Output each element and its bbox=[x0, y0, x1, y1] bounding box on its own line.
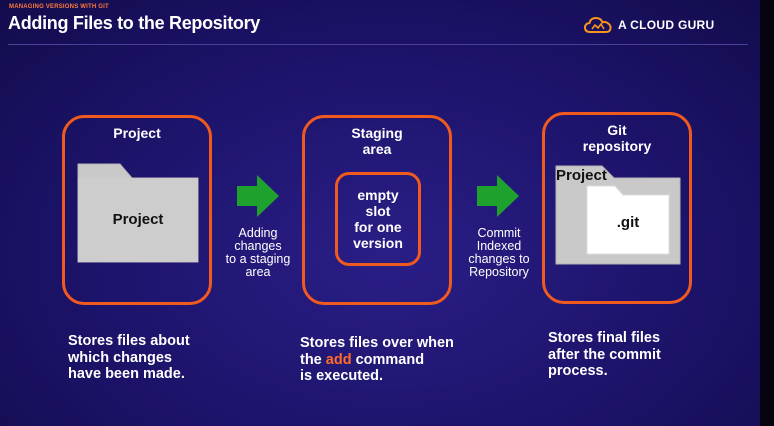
add-command-highlight: add bbox=[325, 351, 352, 368]
git-repository-title: Git repository bbox=[582, 122, 652, 154]
empty-slot: empty slot for one version bbox=[335, 172, 421, 266]
staging-area-title: Staging area bbox=[351, 125, 403, 157]
project-folder-icon: Project bbox=[74, 160, 202, 266]
header-divider bbox=[8, 44, 748, 45]
brand-name: A CLOUD GURU bbox=[618, 18, 715, 32]
project-box-title: Project bbox=[113, 125, 161, 141]
brand-logo: A CLOUD GURU bbox=[584, 15, 714, 35]
commit-step-label: Commit Indexed changes to Repository bbox=[468, 226, 530, 279]
add-step-label: Adding changes to a staging area bbox=[225, 226, 291, 279]
arrow-right-icon bbox=[477, 175, 519, 217]
project-folder-label: Project bbox=[112, 211, 164, 228]
staging-area-description: Stores files over when the add command i… bbox=[300, 335, 454, 385]
repository-folder-label: Project bbox=[556, 167, 607, 184]
page-title: Adding Files to the Repository bbox=[8, 13, 261, 33]
cloud-icon bbox=[584, 16, 612, 33]
project-description: Stores files about which changes have be… bbox=[68, 333, 190, 382]
arrow-right-icon bbox=[237, 175, 279, 217]
git-repository-description: Stores final files after the commit proc… bbox=[548, 330, 661, 379]
empty-slot-label: empty slot for one version bbox=[353, 187, 403, 251]
git-folder-icon: .git bbox=[585, 184, 671, 256]
right-edge-strip bbox=[760, 0, 774, 426]
section-eyebrow: MANAGING VERSIONS WITH GIT bbox=[9, 4, 109, 10]
git-folder-label: .git bbox=[616, 214, 640, 231]
